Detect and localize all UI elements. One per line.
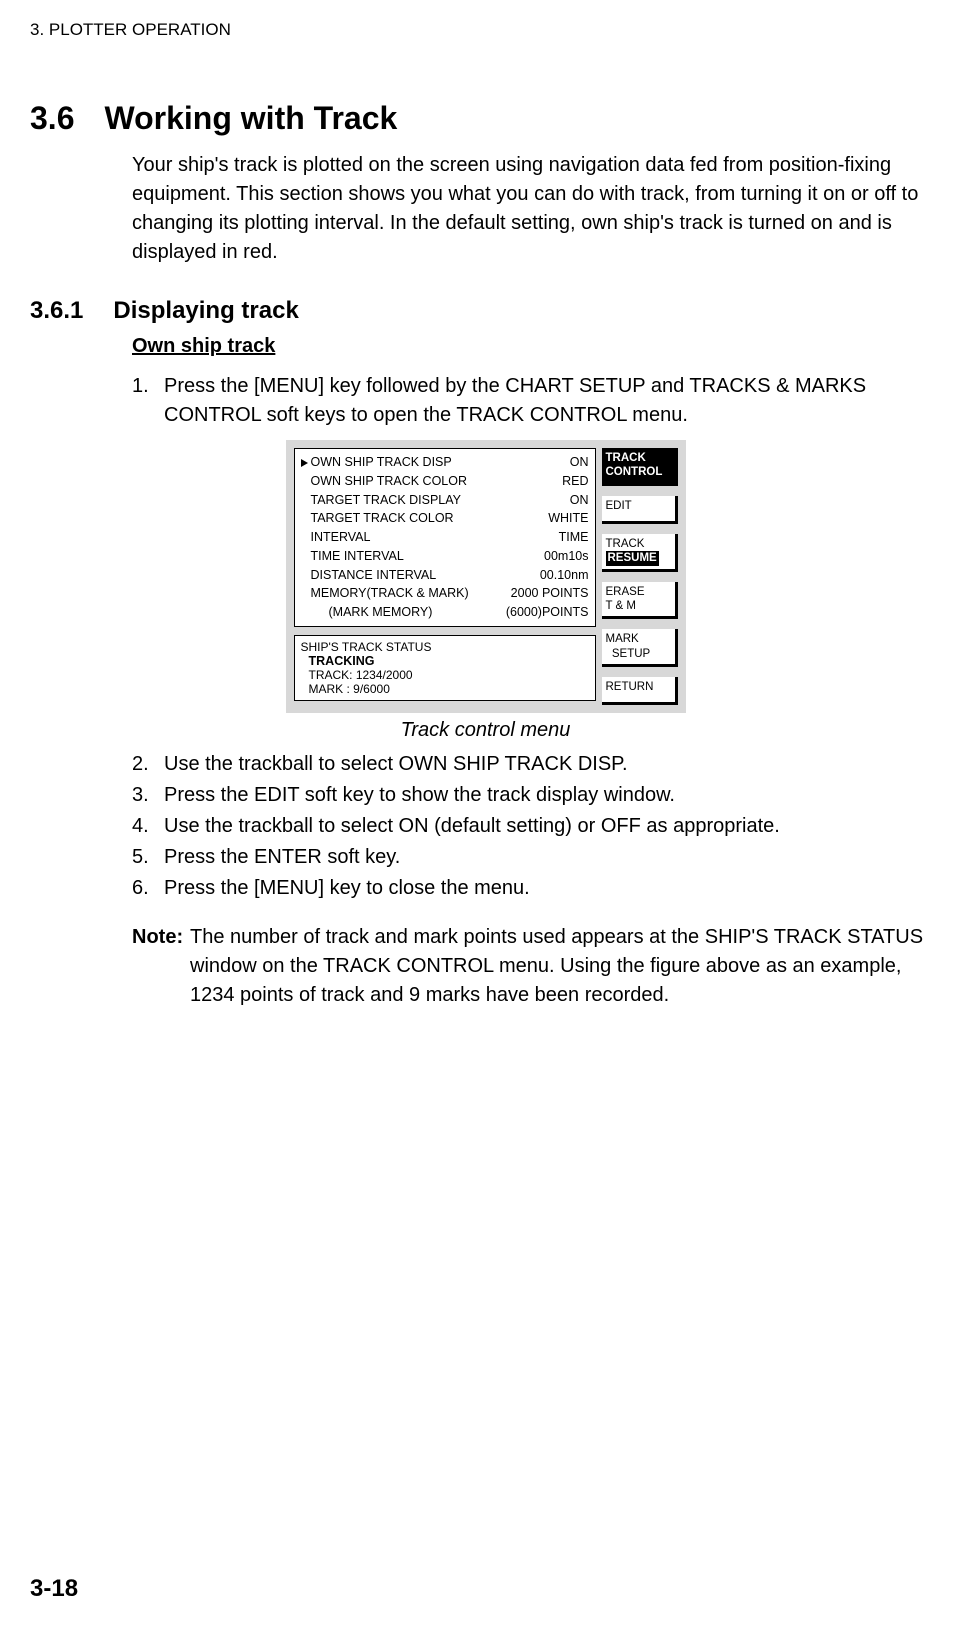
menu-label: TARGET TRACK DISPLAY bbox=[301, 491, 462, 510]
softkey-label: TRACK bbox=[606, 537, 671, 551]
status-tracking: TRACKING bbox=[301, 654, 589, 668]
note-label: Note: bbox=[132, 923, 190, 1010]
label-text: OWN SHIP TRACK DISP bbox=[311, 455, 452, 469]
menu-value: 00.10nm bbox=[540, 566, 589, 585]
figure-caption: Track control menu bbox=[30, 719, 941, 742]
section-heading: 3.6 Working with Track bbox=[30, 100, 941, 137]
menu-value: (6000)POINTS bbox=[506, 603, 589, 622]
step-number: 5. bbox=[132, 843, 164, 872]
step-list-continued: 2. Use the trackball to select OWN SHIP … bbox=[132, 750, 941, 903]
softkey-erase: ERASE T & M bbox=[602, 582, 678, 620]
note-block: Note: The number of track and mark point… bbox=[132, 923, 941, 1010]
step-text: Press the [MENU] key followed by the CHA… bbox=[164, 372, 941, 430]
page-header: 3. PLOTTER OPERATION bbox=[30, 20, 941, 40]
softkey-header-line1: TRACK bbox=[606, 451, 671, 465]
menu-value: 00m10s bbox=[544, 547, 588, 566]
step-text: Press the [MENU] key to close the menu. bbox=[164, 874, 941, 903]
status-mark-count: MARK : 9/6000 bbox=[301, 682, 589, 696]
menu-value: ON bbox=[570, 491, 589, 510]
step-1: 1. Press the [MENU] key followed by the … bbox=[132, 372, 941, 430]
step-number: 4. bbox=[132, 812, 164, 841]
menu-label: OWN SHIP TRACK DISP bbox=[301, 453, 452, 472]
step-number: 2. bbox=[132, 750, 164, 779]
softkey-label: ERASE bbox=[606, 585, 671, 599]
step-5: 5. Press the ENTER soft key. bbox=[132, 843, 941, 872]
step-number: 6. bbox=[132, 874, 164, 903]
intro-paragraph: Your ship's track is plotted on the scre… bbox=[132, 151, 941, 267]
ship-track-status-box: SHIP'S TRACK STATUS TRACKING TRACK: 1234… bbox=[294, 635, 596, 701]
step-text: Press the ENTER soft key. bbox=[164, 843, 941, 872]
section-number: 3.6 bbox=[30, 100, 74, 137]
menu-label: OWN SHIP TRACK COLOR bbox=[301, 472, 468, 491]
status-track-count: TRACK: 1234/2000 bbox=[301, 668, 589, 682]
own-ship-track-heading: Own ship track bbox=[132, 335, 941, 358]
softkey-header-line2: CONTROL bbox=[606, 465, 671, 479]
menu-value: TIME bbox=[559, 528, 589, 547]
menu-row: OWN SHIP TRACK DISP ON bbox=[301, 453, 589, 472]
menu-row: OWN SHIP TRACK COLOR RED bbox=[301, 472, 589, 491]
menu-row: TIME INTERVAL 00m10s bbox=[301, 547, 589, 566]
softkey-mark-setup: MARK SETUP bbox=[602, 629, 678, 667]
softkey-label: SETUP bbox=[606, 647, 671, 661]
softkey-label: T & M bbox=[606, 599, 671, 613]
step-text: Use the trackball to select OWN SHIP TRA… bbox=[164, 750, 941, 779]
menu-value: WHITE bbox=[548, 509, 588, 528]
step-list: 1. Press the [MENU] key followed by the … bbox=[132, 372, 941, 430]
subsection-title: Displaying track bbox=[113, 297, 298, 325]
menu-row: TARGET TRACK COLOR WHITE bbox=[301, 509, 589, 528]
menu-row: TARGET TRACK DISPLAY ON bbox=[301, 491, 589, 510]
step-3: 3. Press the EDIT soft key to show the t… bbox=[132, 781, 941, 810]
softkey-return: RETURN bbox=[602, 677, 678, 705]
pointer-icon bbox=[301, 459, 308, 467]
menu-label: TARGET TRACK COLOR bbox=[301, 509, 454, 528]
step-text: Press the EDIT soft key to show the trac… bbox=[164, 781, 941, 810]
step-number: 1. bbox=[132, 372, 164, 430]
menu-value: RED bbox=[562, 472, 588, 491]
softkey-edit: EDIT bbox=[602, 496, 678, 524]
subsection-heading: 3.6.1 Displaying track bbox=[30, 297, 941, 325]
subsection-number: 3.6.1 bbox=[30, 297, 83, 325]
section-title: Working with Track bbox=[104, 100, 397, 137]
menu-row: (MARK MEMORY) (6000)POINTS bbox=[301, 603, 589, 622]
menu-label: DISTANCE INTERVAL bbox=[301, 566, 437, 585]
menu-row: MEMORY(TRACK & MARK) 2000 POINTS bbox=[301, 584, 589, 603]
step-4: 4. Use the trackball to select ON (defau… bbox=[132, 812, 941, 841]
page-number: 3-18 bbox=[30, 1575, 78, 1603]
menu-row: INTERVAL TIME bbox=[301, 528, 589, 547]
softkey-track-resume: TRACK RESUME bbox=[602, 534, 678, 572]
menu-label: TIME INTERVAL bbox=[301, 547, 404, 566]
menu-label: MEMORY(TRACK & MARK) bbox=[301, 584, 469, 603]
menu-options-box: OWN SHIP TRACK DISP ON OWN SHIP TRACK CO… bbox=[294, 448, 596, 627]
menu-label: (MARK MEMORY) bbox=[301, 603, 433, 622]
menu-label: INTERVAL bbox=[301, 528, 371, 547]
menu-value: 2000 POINTS bbox=[511, 584, 589, 603]
softkey-label: RETURN bbox=[606, 680, 671, 694]
softkey-header: TRACK CONTROL bbox=[602, 448, 678, 486]
menu-left-panel: OWN SHIP TRACK DISP ON OWN SHIP TRACK CO… bbox=[294, 448, 596, 705]
softkey-label: MARK bbox=[606, 632, 671, 646]
step-text: Use the trackball to select ON (default … bbox=[164, 812, 941, 841]
step-2: 2. Use the trackball to select OWN SHIP … bbox=[132, 750, 941, 779]
step-number: 3. bbox=[132, 781, 164, 810]
softkey-column: TRACK CONTROL EDIT TRACK RESUME ERASE T … bbox=[602, 448, 678, 705]
status-title: SHIP'S TRACK STATUS bbox=[301, 640, 589, 654]
step-6: 6. Press the [MENU] key to close the men… bbox=[132, 874, 941, 903]
note-text: The number of track and mark points used… bbox=[190, 923, 941, 1010]
menu-row: DISTANCE INTERVAL 00.10nm bbox=[301, 566, 589, 585]
softkey-label: EDIT bbox=[606, 499, 671, 513]
menu-value: ON bbox=[570, 453, 589, 472]
track-control-menu-figure: OWN SHIP TRACK DISP ON OWN SHIP TRACK CO… bbox=[286, 440, 686, 713]
softkey-label-inverted: RESUME bbox=[606, 551, 659, 565]
